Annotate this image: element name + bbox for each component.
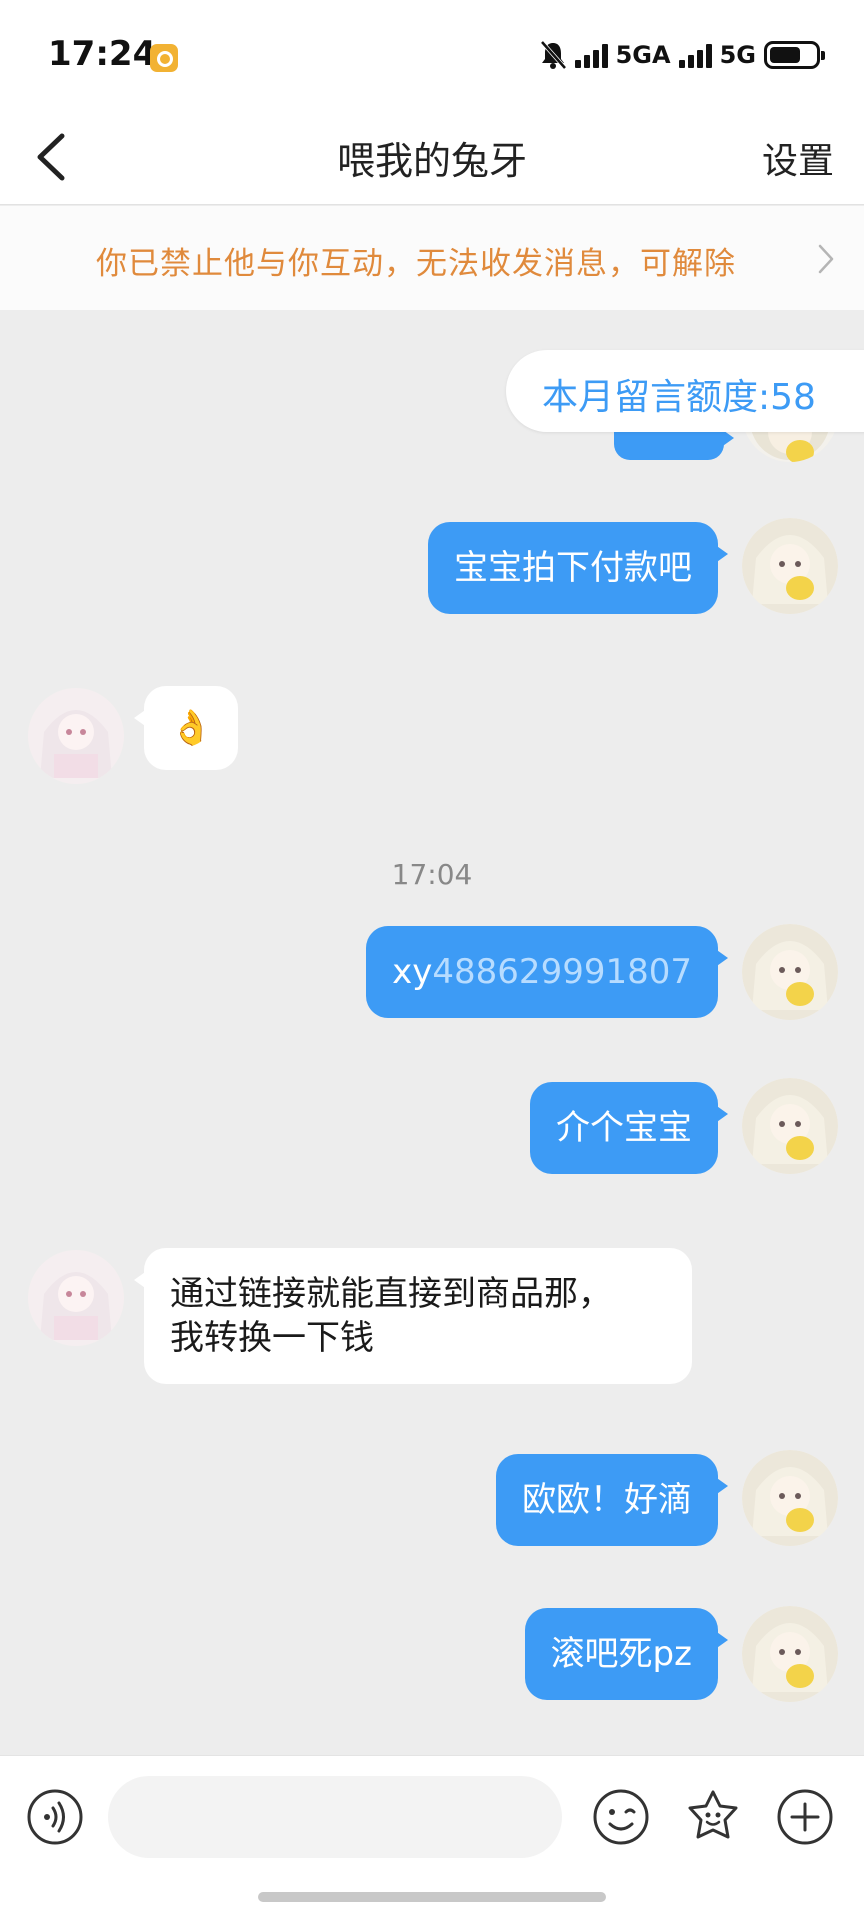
my-avatar[interactable] [742, 924, 838, 1020]
message-text-prefix: xy [392, 952, 433, 992]
message-bubble-received[interactable]: 👌 [133, 686, 239, 770]
signal-icon [574, 42, 608, 68]
home-indicator[interactable] [258, 1892, 606, 1902]
message-link[interactable]: 488629991807 [432, 952, 692, 992]
status-time: 17:24 [48, 34, 157, 74]
nav-bar: 喂我的兔牙 设置 [0, 110, 864, 205]
network-type-1: 5GA [615, 41, 671, 69]
input-bar [0, 1755, 864, 1920]
message-quota-text: 本月留言额度:58 [542, 377, 816, 418]
message-timestamp: 17:04 [391, 858, 473, 891]
chat-area[interactable]: 本月留言额度:58 宝宝拍下付款吧 👌 17:04 xy488629991807… [0, 310, 864, 1755]
message-bubble-sent[interactable]: 宝宝拍下付款吧 [428, 522, 728, 614]
emoji-icon[interactable] [592, 1788, 650, 1846]
message-text: 👌 [170, 708, 213, 748]
page-title: 喂我的兔牙 [336, 139, 527, 183]
status-bar: 17:24 5GA 5G [0, 0, 864, 110]
settings-button[interactable]: 设置 [762, 132, 834, 184]
sticker-icon[interactable] [684, 1788, 742, 1846]
message-quota-pill: 本月留言额度:58 [506, 350, 864, 432]
message-bubble-sent[interactable]: 欧欧！好滴 [496, 1454, 728, 1546]
message-bubble-sent-link[interactable]: xy488629991807 [366, 926, 728, 1018]
block-notice-text: 你已禁止他与你互动，无法收发消息，可解除 [96, 246, 736, 282]
message-text: 介个宝宝 [556, 1108, 692, 1148]
message-text-line: 通过链接就能直接到商品那， [170, 1274, 612, 1314]
mute-bell-icon [540, 40, 567, 70]
voice-icon[interactable] [26, 1788, 84, 1846]
my-avatar[interactable] [742, 1450, 838, 1546]
signal-icon-2 [678, 42, 712, 68]
message-text: 宝宝拍下付款吧 [454, 548, 692, 588]
network-type-2: 5G [719, 41, 756, 69]
my-avatar[interactable] [742, 1606, 838, 1702]
message-text: 滚吧死pz [550, 1634, 692, 1674]
contact-avatar[interactable] [28, 1250, 124, 1346]
message-input[interactable] [108, 1776, 562, 1858]
message-bubble-sent[interactable]: 滚吧死pz [524, 1608, 729, 1700]
block-notice-banner[interactable]: 你已禁止他与你互动，无法收发消息，可解除 [0, 206, 864, 310]
message-text: 欧欧！好滴 [522, 1480, 692, 1520]
message-bubble-sent[interactable]: 介个宝宝 [530, 1082, 728, 1174]
plus-icon[interactable] [776, 1788, 834, 1846]
chevron-right-icon [818, 244, 834, 274]
my-avatar[interactable] [742, 1078, 838, 1174]
status-icons: 5GA 5G [539, 40, 825, 70]
battery-level [770, 47, 800, 63]
my-avatar[interactable] [742, 518, 838, 614]
message-bubble-received[interactable]: 通过链接就能直接到商品那， 我转换一下钱 [134, 1248, 692, 1384]
app-notification-icon [150, 44, 178, 72]
contact-avatar[interactable] [28, 688, 124, 784]
message-text-line: 我转换一下钱 [170, 1318, 374, 1358]
battery-icon [764, 41, 825, 69]
